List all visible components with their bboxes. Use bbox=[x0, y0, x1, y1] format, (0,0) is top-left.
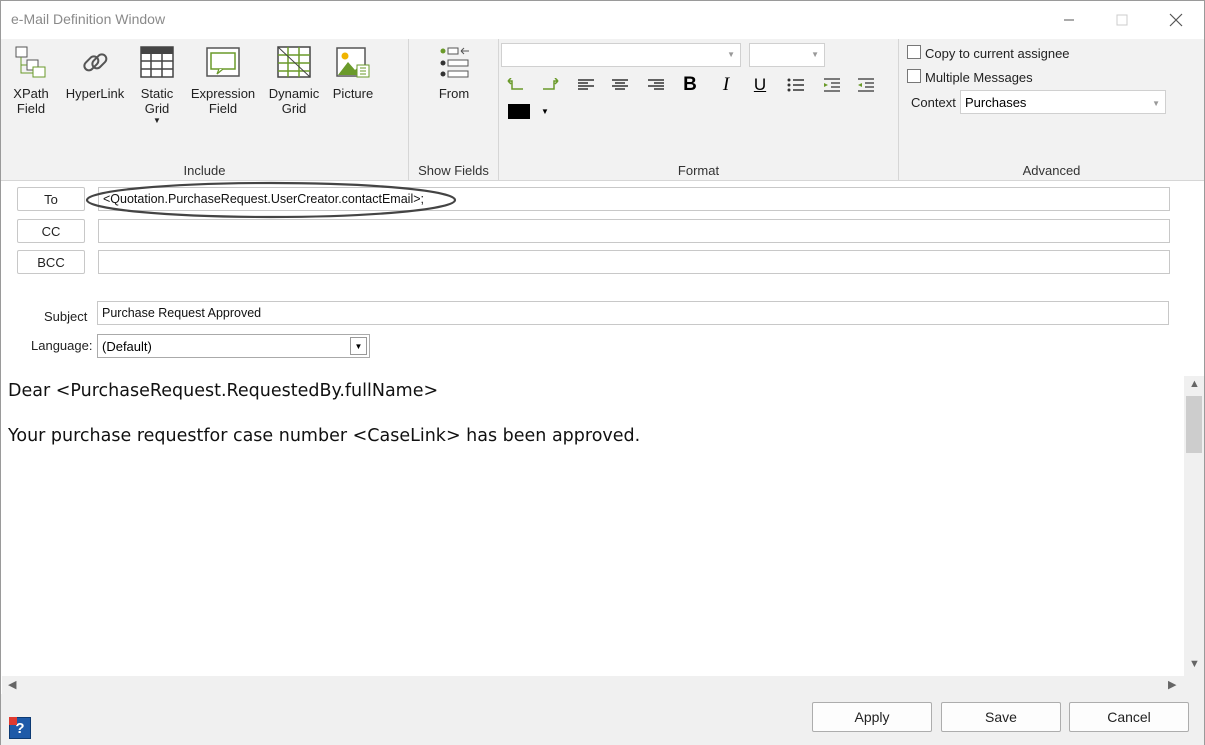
subject-field[interactable]: Purchase Request Approved bbox=[97, 301, 1169, 325]
italic-icon[interactable]: I bbox=[715, 74, 737, 95]
title-bar: e-Mail Definition Window bbox=[1, 1, 1204, 39]
subject-label: Subject bbox=[44, 309, 88, 324]
window-title: e-Mail Definition Window bbox=[11, 11, 166, 27]
picture-icon bbox=[336, 47, 370, 78]
scroll-left-icon[interactable]: ◀ bbox=[8, 678, 16, 691]
static-grid-label-2: Grid bbox=[144, 101, 170, 116]
scroll-right-icon[interactable]: ▶ bbox=[1168, 678, 1176, 691]
body-line-greeting: Dear <PurchaseRequest.RequestedBy.fullNa… bbox=[8, 381, 439, 401]
message-body-editor[interactable]: Dear <PurchaseRequest.RequestedBy.fullNa… bbox=[2, 376, 1184, 676]
scroll-down-icon[interactable]: ▼ bbox=[1189, 658, 1200, 670]
help-icon[interactable]: ? bbox=[9, 717, 31, 739]
maximize-button[interactable] bbox=[1099, 5, 1145, 35]
language-label: Language: bbox=[31, 338, 93, 353]
multiple-messages-checkbox[interactable] bbox=[907, 69, 921, 83]
dynamic-grid-label-1: Dynamic bbox=[268, 86, 320, 101]
font-size-combo[interactable]: ▼ bbox=[749, 43, 825, 67]
multiple-messages-label: Multiple Messages bbox=[925, 70, 1033, 85]
xpath-field-label-2: Field bbox=[16, 101, 46, 116]
dynamic-grid-label-2: Grid bbox=[281, 101, 307, 116]
align-left-icon[interactable] bbox=[575, 75, 597, 95]
close-button[interactable] bbox=[1153, 5, 1199, 35]
email-definition-window: e-Mail Definition Window XPath Field Hyp… bbox=[0, 0, 1205, 745]
from-label: From bbox=[438, 86, 470, 101]
chevron-down-icon: ▼ bbox=[727, 50, 735, 59]
show-fields-group-label: Show Fields bbox=[418, 163, 489, 178]
bcc-button[interactable]: BCC bbox=[17, 250, 85, 274]
copy-assignee-label: Copy to current assignee bbox=[925, 46, 1070, 61]
cc-field[interactable] bbox=[98, 219, 1170, 243]
xpath-field-label-1: XPath bbox=[13, 86, 49, 101]
dialog-footer: ? Apply Save Cancel bbox=[1, 694, 1204, 745]
underline-icon[interactable]: U bbox=[749, 75, 771, 95]
font-color-swatch[interactable] bbox=[508, 104, 530, 119]
dynamic-grid-icon bbox=[277, 46, 311, 78]
expression-field-button[interactable]: Expression Field bbox=[187, 45, 259, 116]
static-grid-dropdown-icon[interactable]: ▼ bbox=[153, 116, 161, 126]
expression-field-icon bbox=[206, 47, 240, 77]
redo-icon[interactable] bbox=[539, 75, 561, 95]
indent-icon[interactable] bbox=[821, 75, 843, 95]
language-value: (Default) bbox=[102, 339, 152, 354]
xpath-field-icon bbox=[15, 46, 46, 78]
cancel-button[interactable]: Cancel bbox=[1069, 702, 1189, 732]
context-label: Context bbox=[911, 95, 956, 110]
apply-button[interactable]: Apply bbox=[812, 702, 932, 732]
context-value: Purchases bbox=[965, 95, 1027, 110]
hyperlink-button[interactable]: HyperLink bbox=[61, 45, 129, 101]
bold-icon[interactable]: B bbox=[679, 74, 701, 95]
static-grid-button[interactable]: Static Grid ▼ bbox=[135, 45, 179, 126]
scroll-up-icon[interactable]: ▲ bbox=[1189, 378, 1200, 390]
highlight-ellipse bbox=[85, 181, 457, 219]
static-grid-icon bbox=[140, 46, 174, 78]
picture-label: Picture bbox=[332, 86, 374, 101]
copy-assignee-checkbox[interactable] bbox=[907, 45, 921, 59]
bullet-list-icon[interactable] bbox=[785, 75, 807, 95]
hyperlink-label: HyperLink bbox=[65, 86, 125, 101]
align-right-icon[interactable] bbox=[645, 75, 667, 95]
chevron-down-icon: ▼ bbox=[1152, 99, 1160, 108]
from-fields-icon bbox=[440, 47, 469, 78]
font-name-combo[interactable]: ▼ bbox=[501, 43, 741, 67]
xpath-field-button[interactable]: XPath Field bbox=[9, 45, 53, 116]
bcc-field[interactable] bbox=[98, 250, 1170, 274]
scroll-thumb[interactable] bbox=[1186, 396, 1202, 453]
picture-button[interactable]: Picture bbox=[327, 45, 379, 101]
from-button[interactable]: From bbox=[431, 45, 477, 101]
save-button[interactable]: Save bbox=[941, 702, 1061, 732]
expression-field-label-1: Expression bbox=[190, 86, 256, 101]
body-line-message: Your purchase requestfor case number <Ca… bbox=[8, 426, 641, 446]
cc-button[interactable]: CC bbox=[17, 219, 85, 243]
ribbon: XPath Field HyperLink Static Grid ▼ Expr… bbox=[1, 39, 1204, 181]
expression-field-label-2: Field bbox=[208, 101, 238, 116]
align-center-icon[interactable] bbox=[609, 75, 631, 95]
chevron-down-icon: ▼ bbox=[350, 337, 367, 355]
font-color-dropdown-icon[interactable]: ▼ bbox=[541, 107, 549, 116]
dynamic-grid-button[interactable]: Dynamic Grid bbox=[263, 45, 325, 116]
vertical-scrollbar[interactable]: ▲ ▼ bbox=[1184, 376, 1204, 676]
include-group: XPath Field HyperLink Static Grid ▼ Expr… bbox=[1, 39, 409, 181]
undo-icon[interactable] bbox=[505, 75, 527, 95]
to-button[interactable]: To bbox=[17, 187, 85, 211]
show-fields-group: From Show Fields bbox=[409, 39, 499, 181]
chevron-down-icon: ▼ bbox=[811, 50, 819, 59]
horizontal-scrollbar[interactable]: ◀ ▶ bbox=[2, 676, 1204, 694]
minimize-button[interactable] bbox=[1046, 5, 1092, 35]
format-group-label: Format bbox=[677, 163, 720, 178]
chain-link-icon bbox=[83, 53, 108, 72]
context-select[interactable]: Purchases ▼ bbox=[960, 90, 1166, 114]
static-grid-label-1: Static bbox=[140, 86, 174, 101]
include-group-label: Include bbox=[183, 163, 226, 178]
language-select[interactable]: (Default) ▼ bbox=[97, 334, 370, 358]
outdent-icon[interactable] bbox=[855, 75, 877, 95]
advanced-group-label: Advanced bbox=[1022, 163, 1081, 178]
advanced-group: Copy to current assignee Multiple Messag… bbox=[899, 39, 1204, 181]
format-group: ▼ ▼ B I U ▼ Format bbox=[499, 39, 899, 181]
